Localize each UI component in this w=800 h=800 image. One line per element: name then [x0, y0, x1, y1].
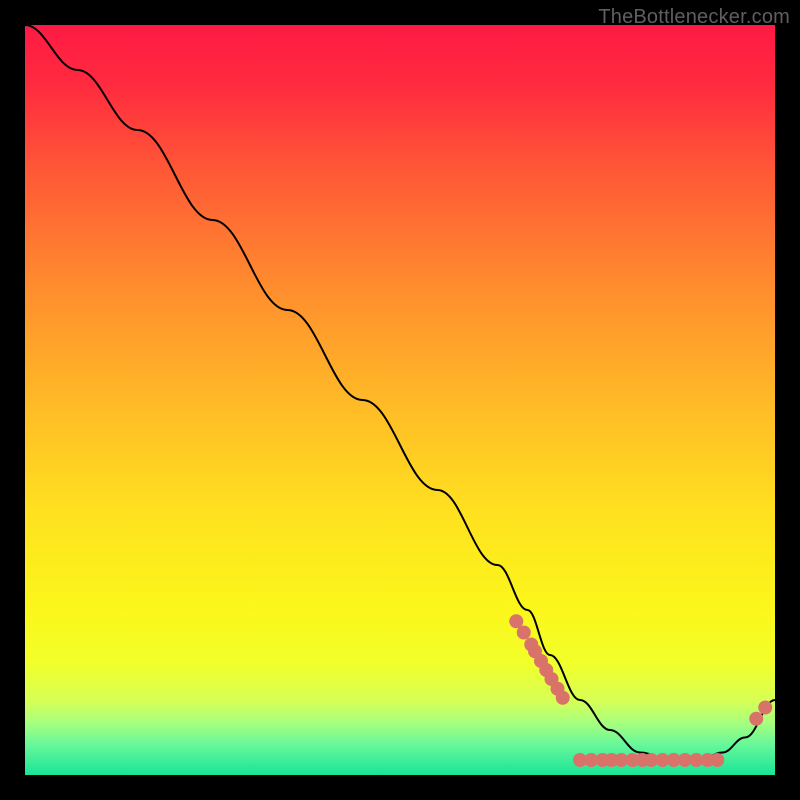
- chart-marker: [556, 691, 570, 705]
- chart-svg: [25, 25, 775, 775]
- chart-marker: [749, 712, 763, 726]
- gradient-background: [25, 25, 775, 775]
- chart-marker: [517, 626, 531, 640]
- chart-marker: [710, 753, 724, 767]
- chart-marker: [758, 701, 772, 715]
- chart-container: TheBottlenecker.com: [0, 0, 800, 800]
- plot-area: [25, 25, 775, 775]
